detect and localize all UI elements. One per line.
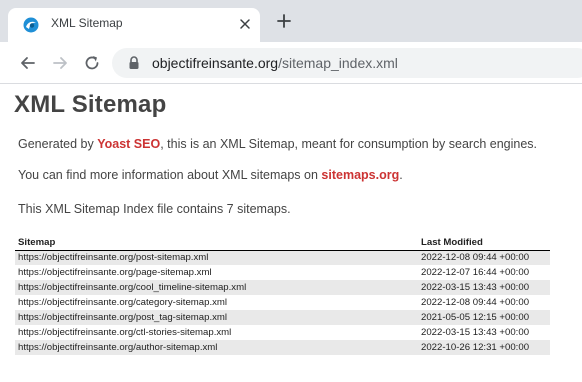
- intro-suffix: , this is an XML Sitemap, meant for cons…: [160, 137, 538, 151]
- last-modified-value: 2022-03-15 13:43 +00:00: [418, 280, 550, 295]
- url-host: objectifreinsante.org: [152, 55, 279, 71]
- sitemap-link[interactable]: https://objectifreinsante.org/post-sitem…: [15, 250, 418, 265]
- browser-toolbar: objectifreinsante.org/sitemap_index.xml: [0, 42, 582, 84]
- last-modified-value: 2022-10-26 12:31 +00:00: [418, 340, 550, 355]
- table-row: https://objectifreinsante.org/cool_timel…: [15, 280, 550, 295]
- reload-icon[interactable]: [82, 53, 102, 73]
- close-icon[interactable]: [236, 15, 254, 33]
- table-row: https://objectifreinsante.org/page-sitem…: [15, 265, 550, 280]
- url-path: /sitemap_index.xml: [278, 55, 398, 71]
- sitemap-favicon-icon: [23, 17, 39, 33]
- last-modified-value: 2022-03-15 13:43 +00:00: [421, 327, 530, 338]
- address-bar[interactable]: objectifreinsante.org/sitemap_index.xml: [112, 48, 582, 78]
- url-text: objectifreinsante.org/sitemap_index.xml: [152, 55, 398, 71]
- tab-strip: XML Sitemap: [0, 0, 582, 42]
- table-row: https://objectifreinsante.org/post_tag-s…: [15, 310, 550, 325]
- page-title: XML Sitemap: [14, 91, 167, 118]
- table-row: https://objectifreinsante.org/category-s…: [15, 295, 550, 310]
- last-modified-value: 2022-12-08 09:44 +00:00: [418, 250, 550, 265]
- sitemap-link[interactable]: https://objectifreinsante.org/ctl-storie…: [15, 325, 418, 340]
- last-modified-value: 2022-12-07 16:44 +00:00: [421, 267, 530, 278]
- sitemap-link[interactable]: https://objectifreinsante.org/post_tag-s…: [15, 310, 418, 325]
- sitemap-link[interactable]: https://objectifreinsante.org/author-sit…: [15, 340, 418, 355]
- column-header-sitemap: Sitemap: [15, 235, 418, 251]
- intro-prefix: Generated by: [18, 137, 98, 151]
- browser-tab[interactable]: XML Sitemap: [8, 8, 260, 42]
- back-arrow-icon[interactable]: [18, 53, 38, 73]
- last-modified-value: 2021-05-05 12:15 +00:00: [418, 310, 550, 325]
- yoast-seo-link[interactable]: Yoast SEO: [97, 137, 160, 151]
- last-modified-value: 2022-12-08 09:44 +00:00: [421, 297, 530, 308]
- sitemap-table: Sitemap Last Modified https://objectifre…: [15, 235, 550, 355]
- lock-icon[interactable]: [128, 56, 140, 70]
- sitemap-link[interactable]: https://objectifreinsante.org/page-sitem…: [15, 265, 418, 280]
- forward-arrow-icon[interactable]: [50, 53, 70, 73]
- table-row: https://objectifreinsante.org/post-sitem…: [15, 250, 550, 265]
- page-content: XML Sitemap Generated by Yoast SEO, this…: [0, 84, 582, 382]
- count-line: This XML Sitemap Index file contains 7 s…: [18, 202, 291, 216]
- plus-icon[interactable]: [276, 13, 292, 29]
- info-line: You can find more information about XML …: [18, 168, 403, 182]
- tab-title: XML Sitemap: [51, 16, 123, 30]
- sitemaps-org-link[interactable]: sitemaps.org: [321, 168, 399, 182]
- table-header-row: Sitemap Last Modified: [15, 235, 550, 251]
- info-suffix: .: [399, 168, 403, 182]
- intro-line: Generated by Yoast SEO, this is an XML S…: [18, 137, 537, 151]
- table-row: https://objectifreinsante.org/author-sit…: [15, 340, 550, 355]
- column-header-last-modified: Last Modified: [418, 235, 550, 251]
- sitemap-link[interactable]: https://objectifreinsante.org/category-s…: [15, 295, 418, 310]
- sitemap-link[interactable]: https://objectifreinsante.org/cool_timel…: [15, 280, 418, 295]
- info-prefix: You can find more information about XML …: [18, 168, 322, 182]
- table-row: https://objectifreinsante.org/ctl-storie…: [15, 325, 550, 340]
